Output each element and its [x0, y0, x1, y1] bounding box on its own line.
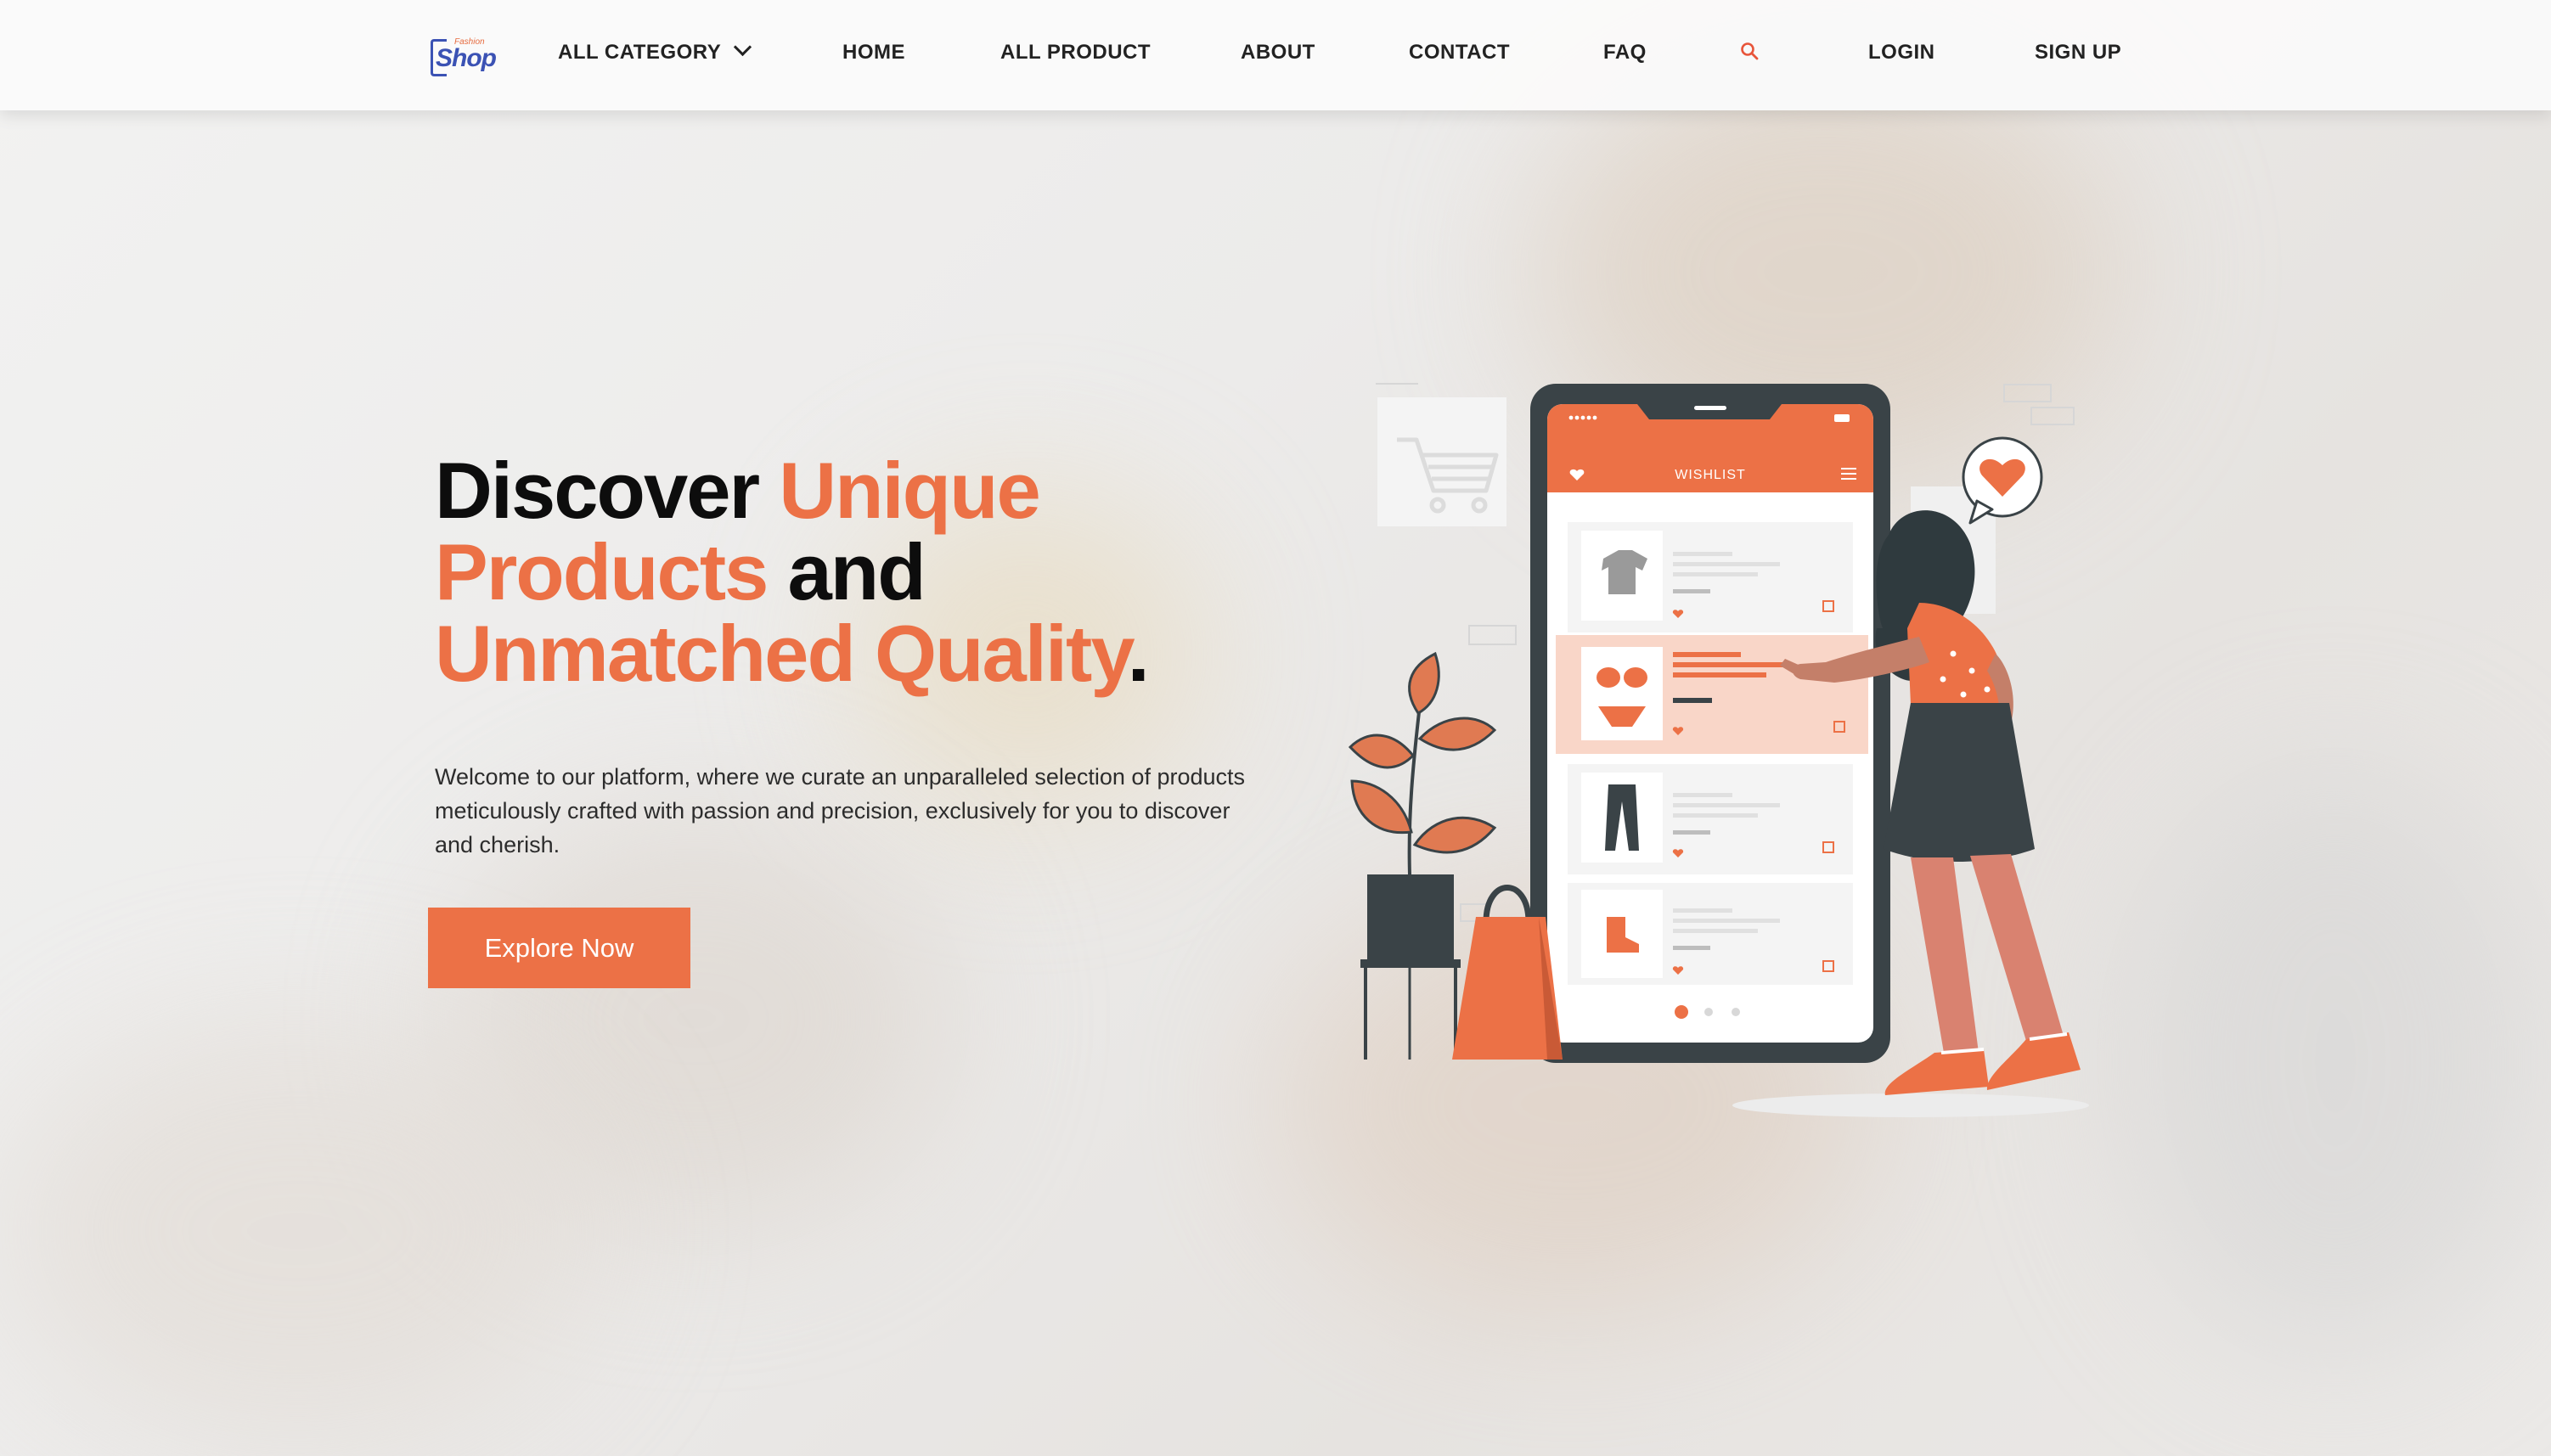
search-icon[interactable] — [1739, 41, 1760, 61]
wishlist-card-active — [1556, 635, 1868, 754]
phone: WISHLIST — [1530, 384, 1890, 1063]
explore-now-button[interactable]: Explore Now — [428, 908, 690, 988]
nav-contact[interactable]: CONTACT — [1409, 41, 1510, 65]
cart-card — [1377, 397, 1506, 526]
nav-all-category[interactable]: ALL CATEGORY — [558, 37, 752, 65]
nav-home[interactable]: HOME — [842, 41, 905, 65]
nav-faq[interactable]: FAQ — [1603, 41, 1647, 65]
nav-about[interactable]: ABOUT — [1241, 41, 1315, 65]
logo-big-text: Shop — [436, 44, 497, 72]
headline-period: . — [1127, 609, 1150, 698]
nav-all-category-label: ALL CATEGORY — [558, 41, 722, 64]
top-navbar: Fashion Shop ALL CATEGORY HOME ALL PRODU… — [0, 0, 2551, 110]
hero-description: Welcome to our platform, where we curate… — [435, 764, 1246, 857]
hero-background — [0, 0, 2551, 1456]
bg-blur-shape — [2123, 764, 2548, 1358]
screen-title: WISHLIST — [1675, 468, 1746, 482]
wishlist-card — [1568, 522, 1853, 632]
headline-word: Discover — [435, 446, 780, 535]
nav-all-product[interactable]: ALL PRODUCT — [1000, 41, 1151, 65]
wishlist-card — [1568, 764, 1853, 874]
heart-bubble — [1962, 436, 2043, 525]
hero-headline: Discover Unique Products and Unmatched Q… — [435, 450, 1369, 694]
headline-accent-word: Products — [435, 527, 769, 616]
shopping-illustration: WISHLIST — [1348, 383, 2089, 1117]
headline-accent-word: Unmatched Quality — [435, 609, 1129, 698]
wishlist-card — [1568, 883, 1853, 985]
chevron-down-icon — [734, 37, 752, 57]
nav-login[interactable]: LOGIN — [1868, 41, 1935, 65]
headline-accent-word: Unique — [779, 446, 1041, 535]
brand-logo[interactable]: Fashion Shop — [429, 34, 497, 78]
nav-signup[interactable]: SIGN UP — [2035, 41, 2121, 65]
bg-blur-shape — [0, 1019, 594, 1443]
headline-word: and — [767, 527, 926, 616]
